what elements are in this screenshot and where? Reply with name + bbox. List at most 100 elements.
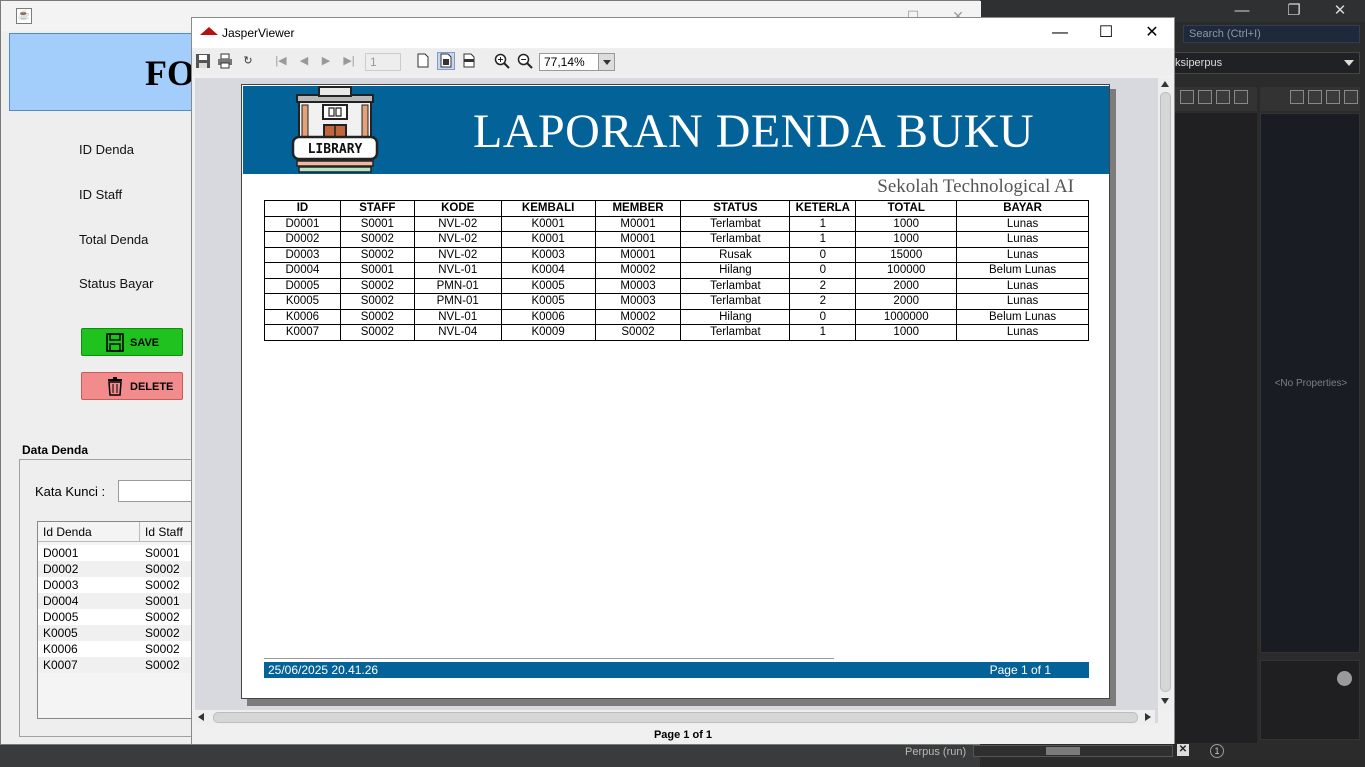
- ide-nav-toolbar: [1175, 87, 1257, 111]
- last-page-icon[interactable]: ▶|: [340, 52, 358, 70]
- report-cell: Terlambat: [680, 231, 791, 248]
- kata-kunci-input[interactable]: [118, 480, 198, 502]
- scroll-down-icon[interactable]: [1161, 698, 1169, 704]
- save-icon[interactable]: [194, 52, 212, 70]
- fit-width-icon[interactable]: [460, 52, 478, 70]
- report-cell: Lunas: [956, 293, 1089, 310]
- column-header[interactable]: Id Denda: [43, 525, 92, 539]
- scroll-up-icon[interactable]: [1161, 81, 1169, 87]
- fit-page-icon[interactable]: [437, 52, 455, 70]
- table-row[interactable]: D0003 S0002: [38, 577, 198, 593]
- report-cell: NVL-02: [413, 231, 502, 248]
- table-row[interactable]: D0002 S0002: [38, 561, 198, 577]
- cancel-task-icon[interactable]: ✕: [1177, 744, 1189, 756]
- save-button[interactable]: SAVE: [81, 328, 183, 356]
- previous-page-icon[interactable]: ◀: [295, 52, 313, 70]
- report-column-header: KEMBALI: [500, 200, 596, 217]
- reload-icon[interactable]: ↻: [239, 52, 257, 70]
- report-cell: NVL-02: [413, 215, 502, 232]
- viewer-minimize-button[interactable]: —: [1037, 18, 1083, 48]
- maximize-icon[interactable]: [1344, 90, 1358, 104]
- first-page-icon[interactable]: |◀: [272, 52, 290, 70]
- delete-label: DELETE: [130, 381, 174, 393]
- chevron-down-icon[interactable]: [1326, 90, 1340, 104]
- no-properties-label: <No Properties>: [1274, 378, 1348, 389]
- report-cell: Hilang: [680, 308, 791, 325]
- table-row[interactable]: D0001 S0001: [38, 545, 198, 561]
- print-icon[interactable]: [216, 52, 234, 70]
- table-row[interactable]: D0005 S0002: [38, 609, 198, 625]
- scroll-left-icon[interactable]: [198, 713, 204, 721]
- horizontal-scroll-thumb[interactable]: [213, 712, 1138, 723]
- save-icon: [106, 333, 124, 352]
- report-cell: Rusak: [680, 246, 791, 263]
- table-row[interactable]: K0005 S0002: [38, 625, 198, 641]
- report-cell: M0001: [594, 246, 682, 263]
- arrow-left-icon[interactable]: [1180, 90, 1194, 104]
- arrow-left-icon[interactable]: [1290, 90, 1304, 104]
- form-header: FO: [9, 33, 199, 111]
- trash-icon: [108, 377, 122, 396]
- next-page-icon[interactable]: ▶: [317, 52, 335, 70]
- report-view-area: LIBRARY LAPORAN DENDA BUKU Sekolah Techn…: [195, 78, 1158, 723]
- zoom-select[interactable]: 77,14%: [539, 53, 615, 71]
- report-header-row: ID STAFF KODE KEMBALI MEMBER STATUS KETE…: [264, 200, 1089, 217]
- ide-navigator-panel: [1175, 113, 1257, 743]
- report-cell: K0005: [500, 293, 596, 310]
- report-row: K0005 S0002 PMN-01 K0005 M0003 Terlambat 2 2000…: [264, 293, 1089, 310]
- ide-run-status: Perpus (run): [905, 746, 967, 758]
- delete-button[interactable]: DELETE: [81, 372, 183, 400]
- viewer-close-button[interactable]: ✕: [1129, 18, 1175, 48]
- page-number-input[interactable]: 1: [365, 53, 401, 71]
- scroll-right-icon[interactable]: [1145, 713, 1151, 721]
- arrow-right-icon[interactable]: [1198, 90, 1212, 104]
- report-column-header: MEMBER: [594, 200, 682, 217]
- ide-search-input[interactable]: Search (Ctrl+I): [1183, 25, 1360, 43]
- report-cell: 0: [789, 262, 857, 279]
- report-cell: Terlambat: [680, 277, 791, 294]
- chevron-down-icon[interactable]: [598, 54, 614, 70]
- footer-page-number: Page 1 of 1: [989, 663, 1051, 677]
- report-cell: S0002: [339, 277, 415, 294]
- ide-close-button[interactable]: ✕: [1318, 0, 1362, 22]
- status-bayar-label: Status Bayar: [79, 276, 154, 291]
- column-header[interactable]: Id Staff: [145, 525, 183, 539]
- table-row[interactable]: K0006 S0002: [38, 641, 198, 657]
- report-cell: Belum Lunas: [956, 262, 1089, 279]
- report-column-header: KODE: [413, 200, 502, 217]
- zoom-in-icon[interactable]: [493, 52, 511, 70]
- arrow-right-icon[interactable]: [1308, 90, 1322, 104]
- ide-minimize-button[interactable]: —: [1220, 0, 1264, 22]
- ide-properties-toolbar: [1260, 87, 1360, 111]
- report-cell: K0003: [500, 246, 596, 263]
- table-cell: S0002: [145, 658, 180, 672]
- report-cell: PMN-01: [413, 277, 502, 294]
- vertical-scroll-thumb[interactable]: [1160, 92, 1171, 692]
- notification-icon[interactable]: 1: [1210, 744, 1224, 758]
- ide-progress-bar: [973, 745, 1173, 757]
- school-name: Sekolah Technological AI: [877, 176, 1074, 197]
- vertical-scrollbar[interactable]: [1158, 78, 1173, 710]
- report-cell: 0: [789, 246, 857, 263]
- report-cell: K0007: [264, 324, 341, 341]
- table-cell: S0001: [145, 594, 180, 608]
- zoom-value: 77,14%: [544, 55, 585, 69]
- report-column-header: ID: [264, 200, 341, 217]
- report-cell: 1: [789, 324, 857, 341]
- report-column-header: KETERLA: [789, 200, 857, 217]
- actual-size-icon[interactable]: [414, 52, 432, 70]
- report-cell: NVL-01: [413, 308, 502, 325]
- report-cell: D0005: [264, 277, 341, 294]
- viewer-maximize-button[interactable]: ☐: [1083, 18, 1129, 48]
- report-cell: K0004: [500, 262, 596, 279]
- table-cell: S0002: [145, 642, 180, 656]
- chevron-down-icon[interactable]: [1216, 90, 1230, 104]
- table-row[interactable]: K0007 S0002: [38, 657, 198, 673]
- table-row[interactable]: D0004 S0001: [38, 593, 198, 609]
- zoom-out-icon[interactable]: [516, 52, 534, 70]
- table-cell: S0002: [145, 610, 180, 624]
- horizontal-scrollbar[interactable]: [195, 710, 1155, 725]
- maximize-icon[interactable]: [1234, 90, 1248, 104]
- ide-project-combo[interactable]: ksiperpus: [1170, 52, 1360, 74]
- ide-restore-button[interactable]: ❐: [1272, 0, 1316, 22]
